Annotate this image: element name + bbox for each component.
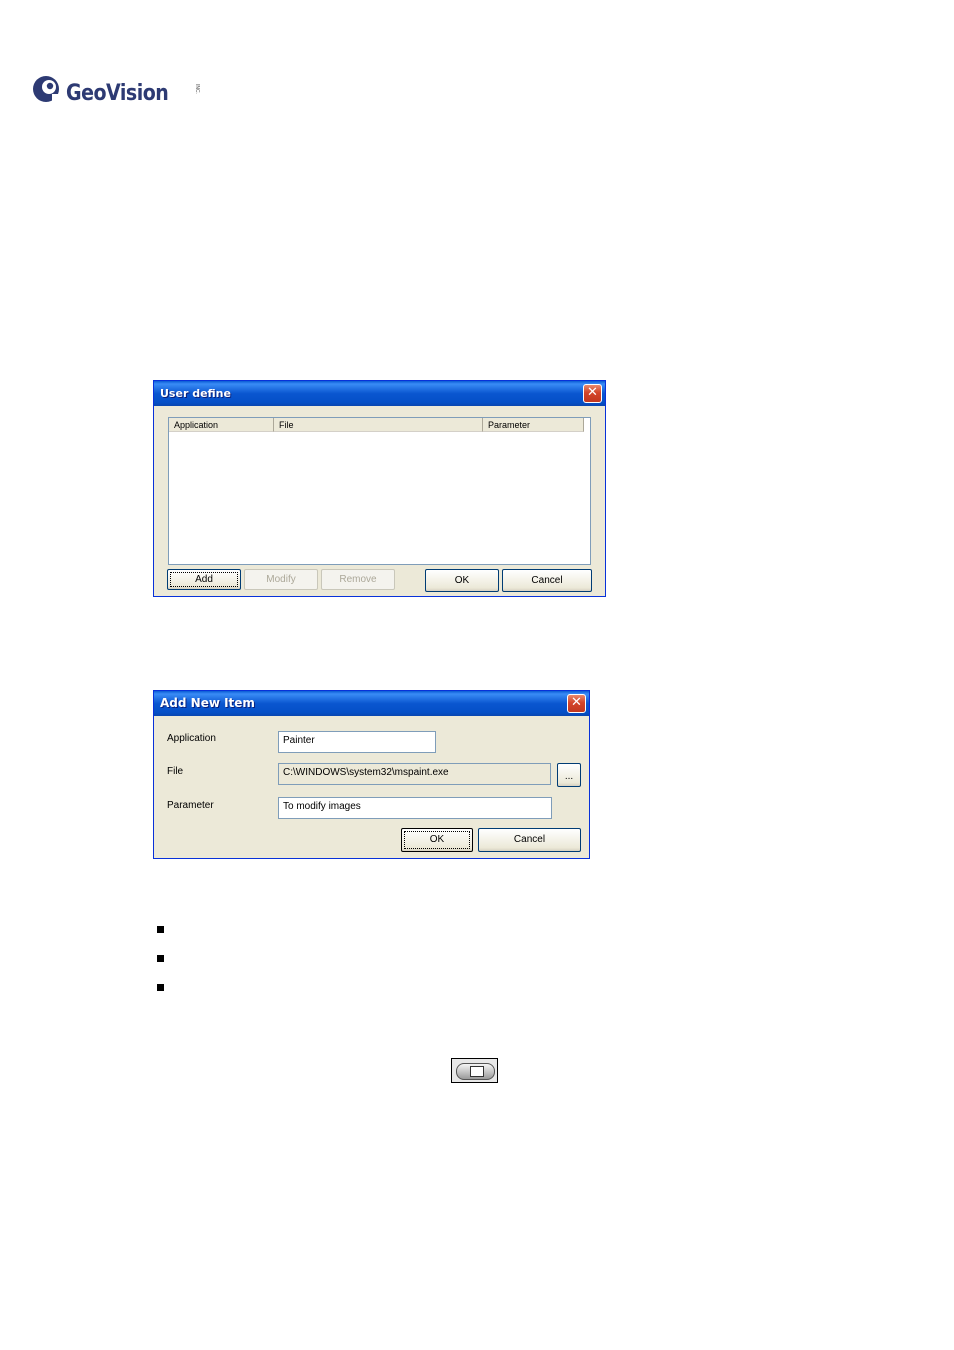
logo-suffix: INC. xyxy=(194,84,200,94)
file-label: File xyxy=(167,766,184,777)
add-new-item-body: Application Painter File C:\WINDOWS\syst… xyxy=(157,716,586,855)
close-icon[interactable]: ✕ xyxy=(583,384,602,403)
parameter-label: Parameter xyxy=(167,800,214,811)
close-icon[interactable]: ✕ xyxy=(567,694,586,713)
column-header-application[interactable]: Application xyxy=(169,418,274,432)
remove-button[interactable]: Remove xyxy=(321,569,395,590)
user-define-body: Application File Parameter Add Modify Re… xyxy=(157,406,602,593)
add-new-item-title-bar[interactable]: Add New Item ✕ xyxy=(154,691,589,716)
add-new-item-title: Add New Item xyxy=(160,696,255,710)
application-field[interactable]: Painter xyxy=(278,731,436,753)
column-header-parameter[interactable]: Parameter xyxy=(483,418,584,432)
application-label: Application xyxy=(167,733,216,744)
cancel-button[interactable]: Cancel xyxy=(478,828,581,852)
application-list[interactable]: Application File Parameter xyxy=(168,417,591,565)
modify-button[interactable]: Modify xyxy=(244,569,318,590)
bullet-marker xyxy=(157,926,164,933)
add-button[interactable]: Add xyxy=(167,569,241,590)
parameter-field[interactable]: To modify images xyxy=(278,797,552,819)
geovision-logo-icon xyxy=(33,76,60,104)
column-header-file[interactable]: File xyxy=(274,418,483,432)
file-path-field[interactable]: C:\WINDOWS\system32\mspaint.exe xyxy=(278,763,551,785)
user-define-title-bar[interactable]: User define ✕ xyxy=(154,381,605,406)
logo-text: GeoVision xyxy=(66,80,169,106)
user-define-title: User define xyxy=(160,387,231,400)
browse-button[interactable]: ... xyxy=(557,763,581,787)
bullet-marker xyxy=(157,955,164,962)
ok-button[interactable]: OK xyxy=(425,569,499,592)
user-define-dialog: User define ✕ Application File Parameter… xyxy=(153,380,606,597)
user-define-icon xyxy=(451,1058,498,1083)
cancel-button[interactable]: Cancel xyxy=(502,569,592,592)
add-new-item-dialog: Add New Item ✕ Application Painter File … xyxy=(153,690,590,859)
bullet-marker xyxy=(157,984,164,991)
ok-button[interactable]: OK xyxy=(401,828,473,852)
